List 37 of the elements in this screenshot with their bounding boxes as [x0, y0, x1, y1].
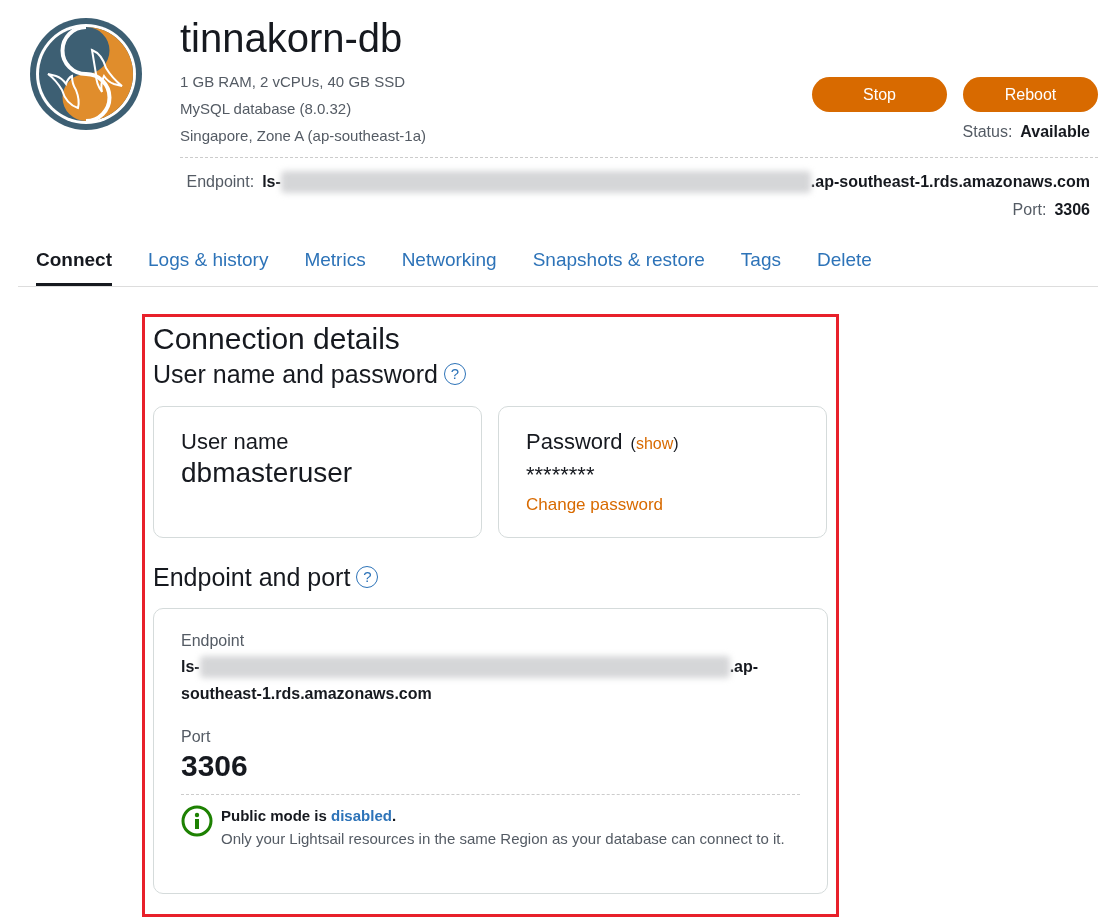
status-label: Status: — [962, 122, 1013, 142]
field-label: Endpoint — [181, 630, 246, 651]
endpoint-value: .ap-southeast-1.rds.amazonaws.com — [810, 172, 1090, 192]
endpoint-value: ls- .ap-southeast-1.rds.amazonaws.com — [181, 655, 760, 704]
change-password-link[interactable]: Change password — [526, 491, 664, 518]
tab[interactable]: Metrics — [304, 246, 366, 286]
action-button[interactable]: Stop — [812, 77, 947, 112]
section-heading: Endpoint and port — [153, 561, 351, 592]
field-label: Password — [526, 427, 623, 456]
port-value: 3306 — [181, 748, 249, 782]
show-link[interactable]: show — [635, 434, 674, 452]
resource-spec: Singapore, Zone A (ap-southeast-1a) — [180, 126, 426, 146]
endpoint-value: ls- — [262, 172, 281, 192]
tab[interactable]: Connect — [36, 246, 112, 286]
tab[interactable]: Logs & history — [148, 246, 269, 286]
notice-title: Public mode is disabled. — [221, 805, 398, 826]
user-name-value: dbmasteruser — [181, 457, 354, 489]
action-button[interactable]: Reboot — [963, 77, 1098, 112]
field-label: User name — [181, 427, 290, 456]
resource-spec: 1 GB RAM, 2 vCPUs, 40 GB SSD — [180, 72, 407, 92]
resource-spec: MySQL database (8.0.32) — [180, 99, 353, 119]
tab[interactable]: Tags — [740, 246, 781, 286]
tab[interactable]: Snapshots & restore — [532, 246, 705, 286]
password-value: ******** — [526, 461, 596, 488]
show-toggle: (show) — [630, 431, 679, 456]
field-label: Port — [181, 726, 212, 747]
info-icon — [181, 804, 213, 837]
section-title: Connection details — [153, 320, 401, 357]
port-label: Port: — [1012, 200, 1047, 220]
section-heading: User name and password — [153, 358, 438, 389]
notice-text: Only your Lightsail resources in the same Region as your database can connect to it. — [221, 829, 785, 849]
tab[interactable]: Networking — [401, 246, 497, 286]
tab[interactable]: Delete — [817, 246, 872, 286]
port-value: 3306 — [1054, 200, 1090, 220]
resource-title: tinnakorn-db — [180, 16, 404, 60]
status-value: Available — [1020, 122, 1090, 142]
endpoint-label: Endpoint: — [186, 172, 255, 192]
